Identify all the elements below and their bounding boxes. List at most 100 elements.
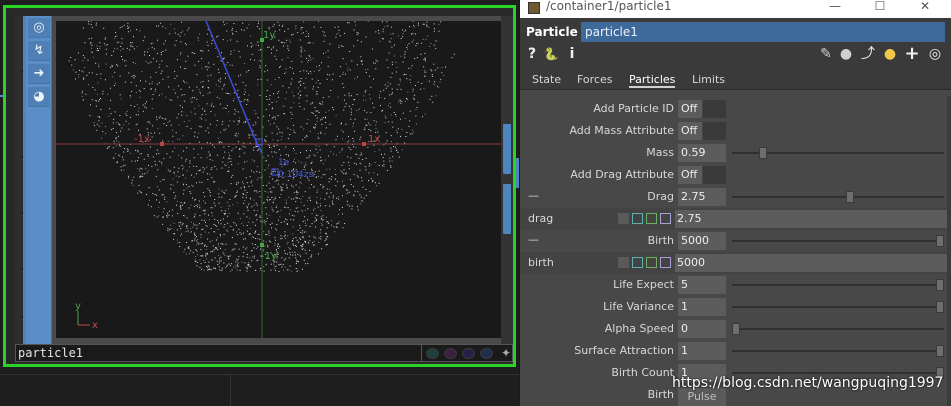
window-titlebar: /container1/particle1 — ☐ ✕	[520, 0, 951, 18]
life-variance-slider[interactable]	[732, 306, 944, 308]
alpha-speed-slider[interactable]	[732, 328, 944, 330]
tab-particles[interactable]: Particles	[629, 72, 676, 88]
life-expect-slider[interactable]	[732, 284, 944, 286]
birth-field[interactable]: 5000	[678, 232, 726, 250]
chip-purple[interactable]	[660, 257, 671, 268]
pivot-label-b: 0.104zs	[278, 170, 313, 180]
chip-purple[interactable]	[660, 213, 671, 224]
toggle-box[interactable]	[702, 166, 726, 184]
channel-label: birth	[528, 256, 554, 269]
footer-separator	[421, 345, 422, 361]
maximize-button[interactable]: ☐	[865, 0, 895, 14]
window-path: /container1/particle1	[546, 0, 672, 13]
parameter-list: Add Particle ID Off Add Mass Attribute O…	[520, 96, 951, 406]
pin-icon[interactable]: ✦	[499, 345, 513, 361]
alpha-speed-slider-knob[interactable]	[732, 323, 740, 335]
chip-cyan[interactable]	[632, 213, 643, 224]
target-icon[interactable]: ◎	[926, 45, 944, 63]
bookmark-icon[interactable]: ⤴	[860, 45, 876, 63]
drag-slider[interactable]	[732, 196, 944, 198]
mass-field[interactable]: 0.59	[678, 144, 726, 162]
channel-label: drag	[528, 212, 554, 225]
x-pos-marker	[362, 142, 366, 146]
tab-state[interactable]: State	[532, 72, 561, 88]
birth-slider-knob[interactable]	[936, 235, 944, 247]
life-expect-slider-knob[interactable]	[936, 279, 944, 291]
arrow-right-icon[interactable]: ➜	[28, 64, 50, 84]
chip-gray[interactable]	[618, 213, 629, 224]
comment-icon[interactable]: ●	[838, 45, 854, 63]
birth-slider[interactable]	[732, 240, 944, 242]
flag-dot-3[interactable]	[462, 348, 475, 359]
mass-slider-knob[interactable]	[758, 147, 767, 159]
add-icon[interactable]: +	[904, 45, 920, 63]
drag-slider-knob[interactable]	[846, 191, 855, 203]
chip-cyan[interactable]	[632, 257, 643, 268]
operator-name-field[interactable]: particle1	[581, 22, 945, 42]
life-variance-field[interactable]: 1	[678, 298, 726, 316]
chip-green[interactable]	[646, 257, 657, 268]
app-root: ◎ ↯ ➜ ◕ 1y -1y -1x 1x 1e 0.104zs y x par…	[0, 0, 951, 406]
param-tabs: State Forces Particles Limits	[520, 66, 951, 90]
surface-attraction-slider-knob[interactable]	[936, 345, 944, 357]
channel-birth-value[interactable]: 5000	[675, 254, 947, 272]
network-editor[interactable]: ◎ ↯ ➜ ◕ 1y -1y -1x 1x 1e 0.104zs y x par…	[0, 0, 520, 406]
python-icon[interactable]: ●	[882, 45, 898, 63]
param-label: Alpha Speed	[604, 322, 674, 335]
help-icon[interactable]: ?	[526, 45, 538, 63]
param-label: Birth Count	[611, 366, 674, 379]
pencil-icon[interactable]: ✎	[818, 45, 834, 63]
scroll-handle-top[interactable]	[503, 124, 511, 174]
target-icon[interactable]: ◎	[28, 18, 50, 38]
chip-green[interactable]	[646, 213, 657, 224]
graph-icon[interactable]: ↯	[28, 41, 50, 61]
channel-drag-value[interactable]: 2.75	[675, 210, 947, 228]
toggle-add-particle-id[interactable]: Off	[678, 100, 702, 118]
tab-forces[interactable]: Forces	[577, 72, 613, 88]
camera-icon[interactable]: ◕	[28, 87, 50, 107]
tab-limits[interactable]: Limits	[692, 72, 725, 88]
flag-dot-2[interactable]	[444, 348, 457, 359]
life-variance-slider-knob[interactable]	[936, 301, 944, 313]
toggle-box[interactable]	[702, 100, 726, 118]
minimize-button[interactable]: —	[820, 0, 850, 14]
param-label: Add Mass Attribute	[569, 124, 674, 137]
channel-birth: birth 5000	[520, 252, 951, 274]
toggle-add-drag-attribute[interactable]: Off	[678, 166, 702, 184]
viewer-scrollbar[interactable]	[501, 16, 513, 346]
y-neg-marker	[260, 243, 264, 247]
scroll-handle-bottom[interactable]	[503, 184, 511, 234]
python-help-icon[interactable]: 🐍	[542, 45, 560, 63]
chip-gray[interactable]	[618, 257, 629, 268]
toggle-box[interactable]	[702, 122, 726, 140]
plus-y-label: 1y	[263, 30, 275, 41]
minus-x-label: -1x	[134, 134, 150, 145]
close-button[interactable]: ✕	[910, 0, 940, 14]
param-add-drag-attribute: Add Drag Attribute Off	[520, 164, 951, 186]
particle-node[interactable]: ◎ ↯ ➜ ◕ 1y -1y -1x 1x 1e 0.104zs y x par…	[3, 5, 520, 367]
flag-dot-4[interactable]	[480, 348, 493, 359]
viewport-canvas: 1y -1y -1x 1x 1e 0.104zs y x	[56, 21, 502, 338]
channel-drag: drag 2.75	[520, 208, 951, 230]
drag-field[interactable]: 2.75	[678, 188, 726, 206]
life-expect-field[interactable]: 5	[678, 276, 726, 294]
flag-dot-1[interactable]	[426, 348, 439, 359]
toggle-add-mass-attribute[interactable]: Off	[678, 122, 702, 140]
param-birth: — Birth 5000	[520, 230, 951, 252]
param-alpha-speed: Alpha Speed 0	[520, 318, 951, 340]
info-icon[interactable]: i	[567, 45, 577, 63]
alpha-speed-field[interactable]: 0	[678, 320, 726, 338]
param-label: Life Expect	[613, 278, 674, 291]
viewport-3d[interactable]: 1y -1y -1x 1x 1e 0.104zs y x	[56, 21, 502, 338]
param-label: Add Drag Attribute	[570, 168, 674, 181]
x-neg-marker	[160, 142, 164, 146]
param-scrollbar[interactable]	[947, 96, 951, 406]
viewer-toolbar: ◎ ↯ ➜ ◕	[26, 16, 52, 346]
corner-y-label: y	[75, 301, 81, 312]
surface-attraction-field[interactable]: 1	[678, 342, 726, 360]
node-name-label[interactable]: particle1	[18, 346, 418, 360]
emitter-direction-line	[205, 21, 257, 142]
surface-attraction-slider[interactable]	[732, 350, 944, 352]
param-life-expect: Life Expect 5	[520, 274, 951, 296]
pivot-label-a: 1e	[278, 158, 290, 168]
